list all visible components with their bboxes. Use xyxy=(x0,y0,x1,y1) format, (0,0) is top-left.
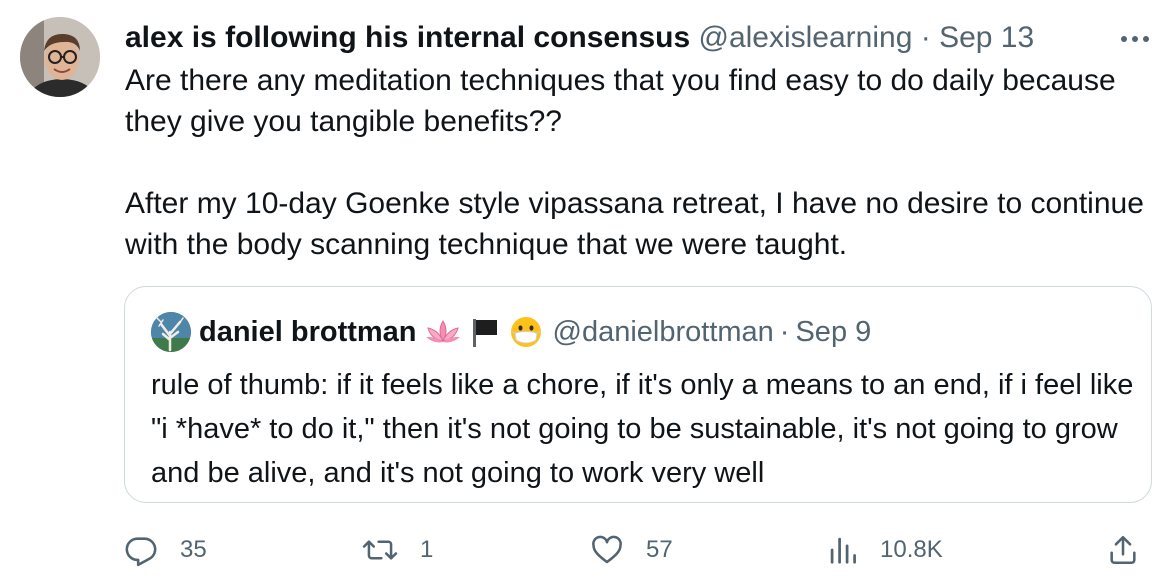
author-handle[interactable]: @alexislearning xyxy=(698,21,912,54)
more-icon xyxy=(1121,36,1149,42)
share-button[interactable] xyxy=(1106,532,1140,568)
quoted-tweet-header: daniel brottman @danielbrottman · Sep 9 xyxy=(199,313,871,351)
views-button[interactable]: 10.8K xyxy=(828,532,943,568)
header-separator: · xyxy=(920,21,931,54)
retweet-icon xyxy=(362,540,398,560)
retweet-button[interactable]: 1 xyxy=(362,532,433,568)
quoted-author-avatar[interactable] xyxy=(151,312,191,352)
reply-button[interactable]: 35 xyxy=(124,532,207,568)
views-icon xyxy=(830,537,856,564)
tree-avatar-icon xyxy=(151,312,191,352)
tweet-header: alex is following his internal consensus… xyxy=(125,18,1034,58)
face-with-mask-icon xyxy=(509,315,543,349)
quoted-tweet-date[interactable]: Sep 9 xyxy=(795,313,871,351)
reply-icon xyxy=(125,537,157,567)
lotus-icon xyxy=(425,317,461,347)
user-avatar-icon xyxy=(20,17,100,97)
tweet-text: Are there any meditation techniques that… xyxy=(125,64,1144,261)
quoted-header-separator: · xyxy=(779,316,790,348)
reply-count: 35 xyxy=(180,536,207,563)
tweet-date[interactable]: Sep 13 xyxy=(939,21,1034,54)
more-options-button[interactable] xyxy=(1118,24,1152,54)
black-flag-icon xyxy=(469,316,501,348)
like-button[interactable]: 57 xyxy=(590,532,673,568)
quoted-tweet-text: rule of thumb: if it feels like a chore,… xyxy=(151,369,1134,489)
like-count: 57 xyxy=(646,536,673,563)
retweet-count: 1 xyxy=(420,536,434,563)
heart-icon xyxy=(592,535,622,564)
author-display-name[interactable]: alex is following his internal consensus xyxy=(125,21,690,54)
views-count: 10.8K xyxy=(880,536,943,563)
author-avatar[interactable] xyxy=(20,17,100,97)
quoted-tweet[interactable]: daniel brottman @danielbrottman · Sep 9 … xyxy=(124,286,1152,503)
quoted-author-display-name[interactable]: daniel brottman xyxy=(199,313,417,351)
share-icon xyxy=(1110,535,1136,565)
tweet: alex is following his internal consensus… xyxy=(0,0,1172,588)
quoted-author-handle[interactable]: @danielbrottman xyxy=(553,313,774,351)
